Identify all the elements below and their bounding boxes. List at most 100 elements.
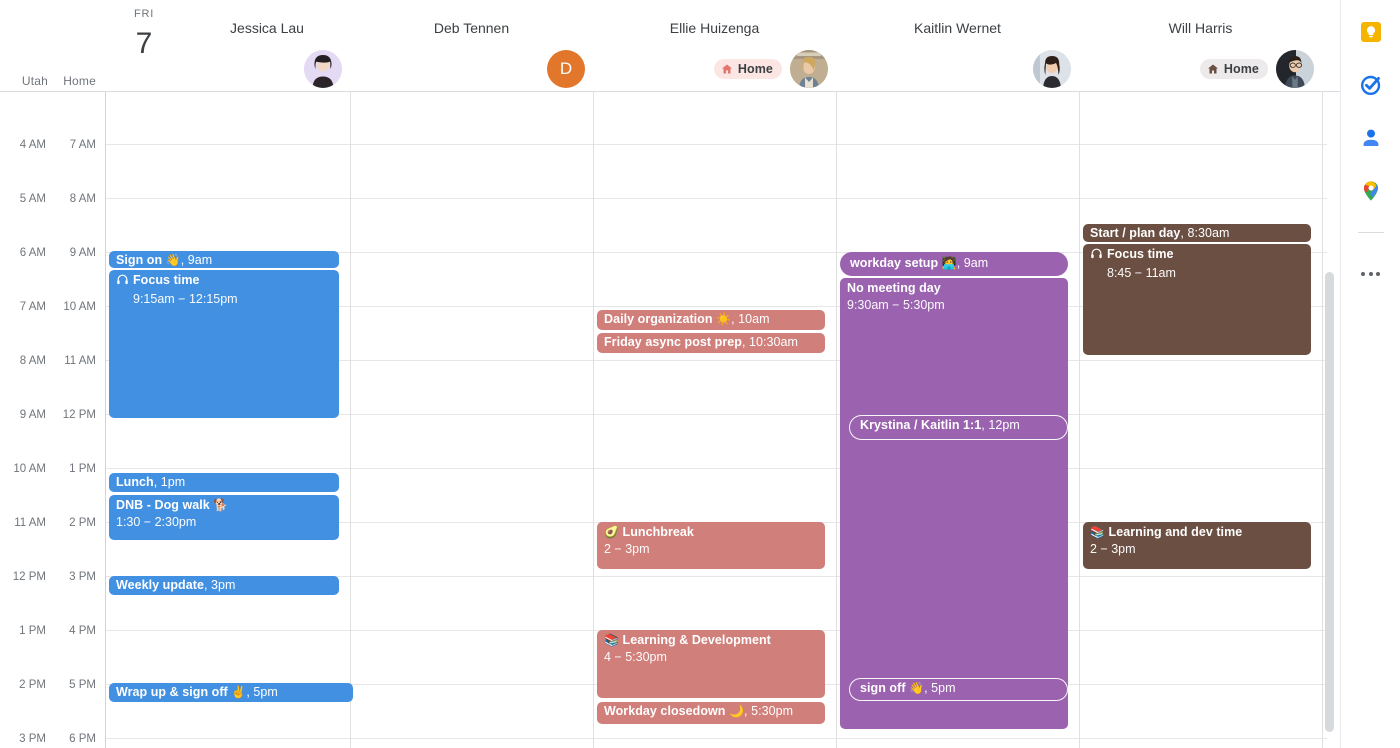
events-column-will-harris: Start / plan day, 8:30am Focus time 8:45…	[1080, 92, 1322, 748]
avatar[interactable]	[790, 50, 828, 88]
event-title: Learning and dev time	[1108, 525, 1243, 539]
time-label-left: 6 AM	[19, 247, 46, 259]
event-emoji: 📚	[1090, 525, 1105, 539]
google-tasks-icon[interactable]	[1357, 71, 1385, 99]
event-title: Learning & Development	[622, 633, 771, 647]
event-learning-development[interactable]: 📚 Learning & Development 4 − 5:30pm	[597, 630, 825, 698]
avatar[interactable]	[1033, 50, 1071, 88]
person-name: Jessica Lau	[230, 20, 304, 36]
avatar-photo-icon	[790, 50, 828, 88]
event-friday-async-post-prep[interactable]: Friday async post prep, 10:30am	[597, 333, 825, 353]
event-krystina-kaitlin-1on1[interactable]: Krystina / Kaitlin 1:1, 12pm	[849, 415, 1068, 440]
event-learning-and-dev-time[interactable]: 📚 Learning and dev time 2 − 3pm	[1083, 522, 1311, 569]
event-time: 10:30am	[749, 335, 798, 349]
event-time: 5pm	[253, 685, 278, 699]
time-label-right: 9 AM	[69, 247, 96, 259]
person-name: Kaitlin Wernet	[914, 20, 1001, 36]
google-contacts-icon[interactable]	[1357, 124, 1385, 152]
google-keep-icon[interactable]	[1357, 18, 1385, 46]
person-name: Will Harris	[1168, 20, 1233, 36]
events-column-ellie-huizenga: Daily organization ☀️, 10am Friday async…	[594, 92, 836, 748]
headphones-icon	[116, 273, 129, 291]
event-time: 9am	[963, 256, 989, 270]
event-title: Krystina / Kaitlin 1:1	[860, 418, 982, 432]
event-weekly-update[interactable]: Weekly update, 3pm	[109, 576, 339, 595]
time-label-right: 8 AM	[69, 193, 96, 205]
time-label-right: 7 AM	[69, 139, 96, 151]
event-time: 9:30am − 5:30pm	[847, 298, 945, 312]
avatar-photo-icon	[304, 50, 342, 88]
person-header-kaitlin-wernet[interactable]: Kaitlin Wernet	[836, 0, 1079, 92]
person-name: Deb Tennen	[433, 20, 510, 36]
day-weekday: FRI	[133, 8, 155, 20]
event-focus-time[interactable]: Focus time 8:45 − 11am	[1083, 244, 1311, 355]
time-label-right: 3 PM	[69, 571, 96, 583]
event-wrap-up-sign-off[interactable]: Wrap up & sign off ✌️, 5pm	[109, 683, 353, 702]
time-label-left: 3 PM	[19, 733, 46, 745]
avatar[interactable]	[304, 50, 342, 88]
event-workday-closedown[interactable]: Workday closedown 🌙, 5:30pm	[597, 702, 825, 724]
event-time: 2 − 3pm	[1090, 542, 1136, 556]
event-time: 9:15am − 12:15pm	[133, 292, 238, 306]
time-label-left: 2 PM	[19, 679, 46, 691]
time-label-left: 10 AM	[13, 463, 46, 475]
event-emoji: 🌙	[729, 704, 745, 718]
more-options-icon[interactable]	[1357, 260, 1385, 288]
event-title: No meeting day	[847, 281, 941, 295]
person-header-jessica-lau[interactable]: Jessica Lau	[184, 0, 350, 92]
event-time: 1pm	[160, 475, 186, 489]
calendar-region: FRI 7 Utah Home Jessica Lau Deb Tennen D…	[0, 0, 1340, 748]
event-emoji: ✌️	[231, 685, 247, 699]
event-time: 3pm	[211, 578, 236, 592]
day-header[interactable]: FRI 7	[105, 6, 183, 64]
event-title: Friday async post prep	[604, 335, 742, 349]
time-label-right: 1 PM	[69, 463, 96, 475]
vertical-scrollbar[interactable]	[1325, 272, 1334, 732]
events-column-kaitlin-wernet: workday setup 🧑‍💻, 9am No meeting day 9:…	[837, 92, 1079, 748]
avatar[interactable]	[1276, 50, 1314, 88]
avatar[interactable]: D	[547, 50, 585, 88]
day-number: 7	[135, 27, 153, 60]
event-title: Focus time	[1107, 247, 1174, 261]
avatar-photo-icon	[1033, 50, 1071, 88]
status-badge-home: Home	[1199, 59, 1268, 79]
time-label-right: 12 PM	[62, 409, 96, 421]
timezone-label-left: Utah	[21, 74, 48, 88]
grid-area[interactable]: Sign on 👋, 9am Focus time 9:15am − 12:15…	[105, 92, 1327, 748]
time-label-right: 2 PM	[69, 517, 96, 529]
event-sign-off[interactable]: sign off 👋, 5pm	[849, 678, 1068, 701]
event-lunch[interactable]: Lunch, 1pm	[109, 473, 339, 492]
time-label-left: 1 PM	[19, 625, 46, 637]
time-label-left: 7 AM	[19, 301, 46, 313]
event-time: 12pm	[988, 418, 1020, 432]
time-label-left: 5 AM	[19, 193, 46, 205]
event-daily-organization[interactable]: Daily organization ☀️, 10am	[597, 310, 825, 330]
person-header-deb-tennen[interactable]: Deb Tennen D	[350, 0, 593, 92]
avatar-photo-icon	[1276, 50, 1314, 88]
person-header-ellie-huizenga[interactable]: Ellie Huizenga Home	[593, 0, 836, 92]
calendar-app: FRI 7 Utah Home Jessica Lau Deb Tennen D…	[0, 0, 1400, 748]
timezone-label-right: Home	[63, 74, 96, 88]
home-icon	[1207, 64, 1218, 74]
event-workday-setup[interactable]: workday setup 🧑‍💻, 9am	[840, 252, 1068, 276]
side-panel-rail	[1340, 0, 1400, 748]
event-no-meeting-day[interactable]: No meeting day 9:30am − 5:30pm	[840, 278, 1068, 729]
event-title: workday setup	[850, 256, 939, 270]
header-divider	[0, 91, 1340, 92]
time-label-left: 12 PM	[12, 571, 46, 583]
avatar-initial: D	[559, 59, 573, 78]
event-title: Weekly update	[116, 578, 204, 592]
time-label-right: 11 AM	[64, 355, 96, 367]
event-focus-time[interactable]: Focus time 9:15am − 12:15pm	[109, 270, 339, 418]
event-start-plan-day[interactable]: Start / plan day, 8:30am	[1083, 224, 1311, 242]
event-sign-on[interactable]: Sign on 👋, 9am	[109, 251, 339, 268]
event-time: 5pm	[931, 681, 956, 695]
person-header-will-harris[interactable]: Will Harris Home	[1079, 0, 1322, 92]
timezone-labels: Utah Home	[0, 74, 105, 92]
event-time: 5:30pm	[751, 704, 794, 718]
grid-column-divider	[1322, 92, 1323, 748]
event-dnb-dog-walk[interactable]: DNB - Dog walk 🐕 1:30 − 2:30pm	[109, 495, 339, 540]
event-emoji: 📚	[604, 633, 619, 647]
google-maps-icon[interactable]	[1357, 177, 1385, 205]
event-lunchbreak[interactable]: 🥑 Lunchbreak 2 − 3pm	[597, 522, 825, 569]
